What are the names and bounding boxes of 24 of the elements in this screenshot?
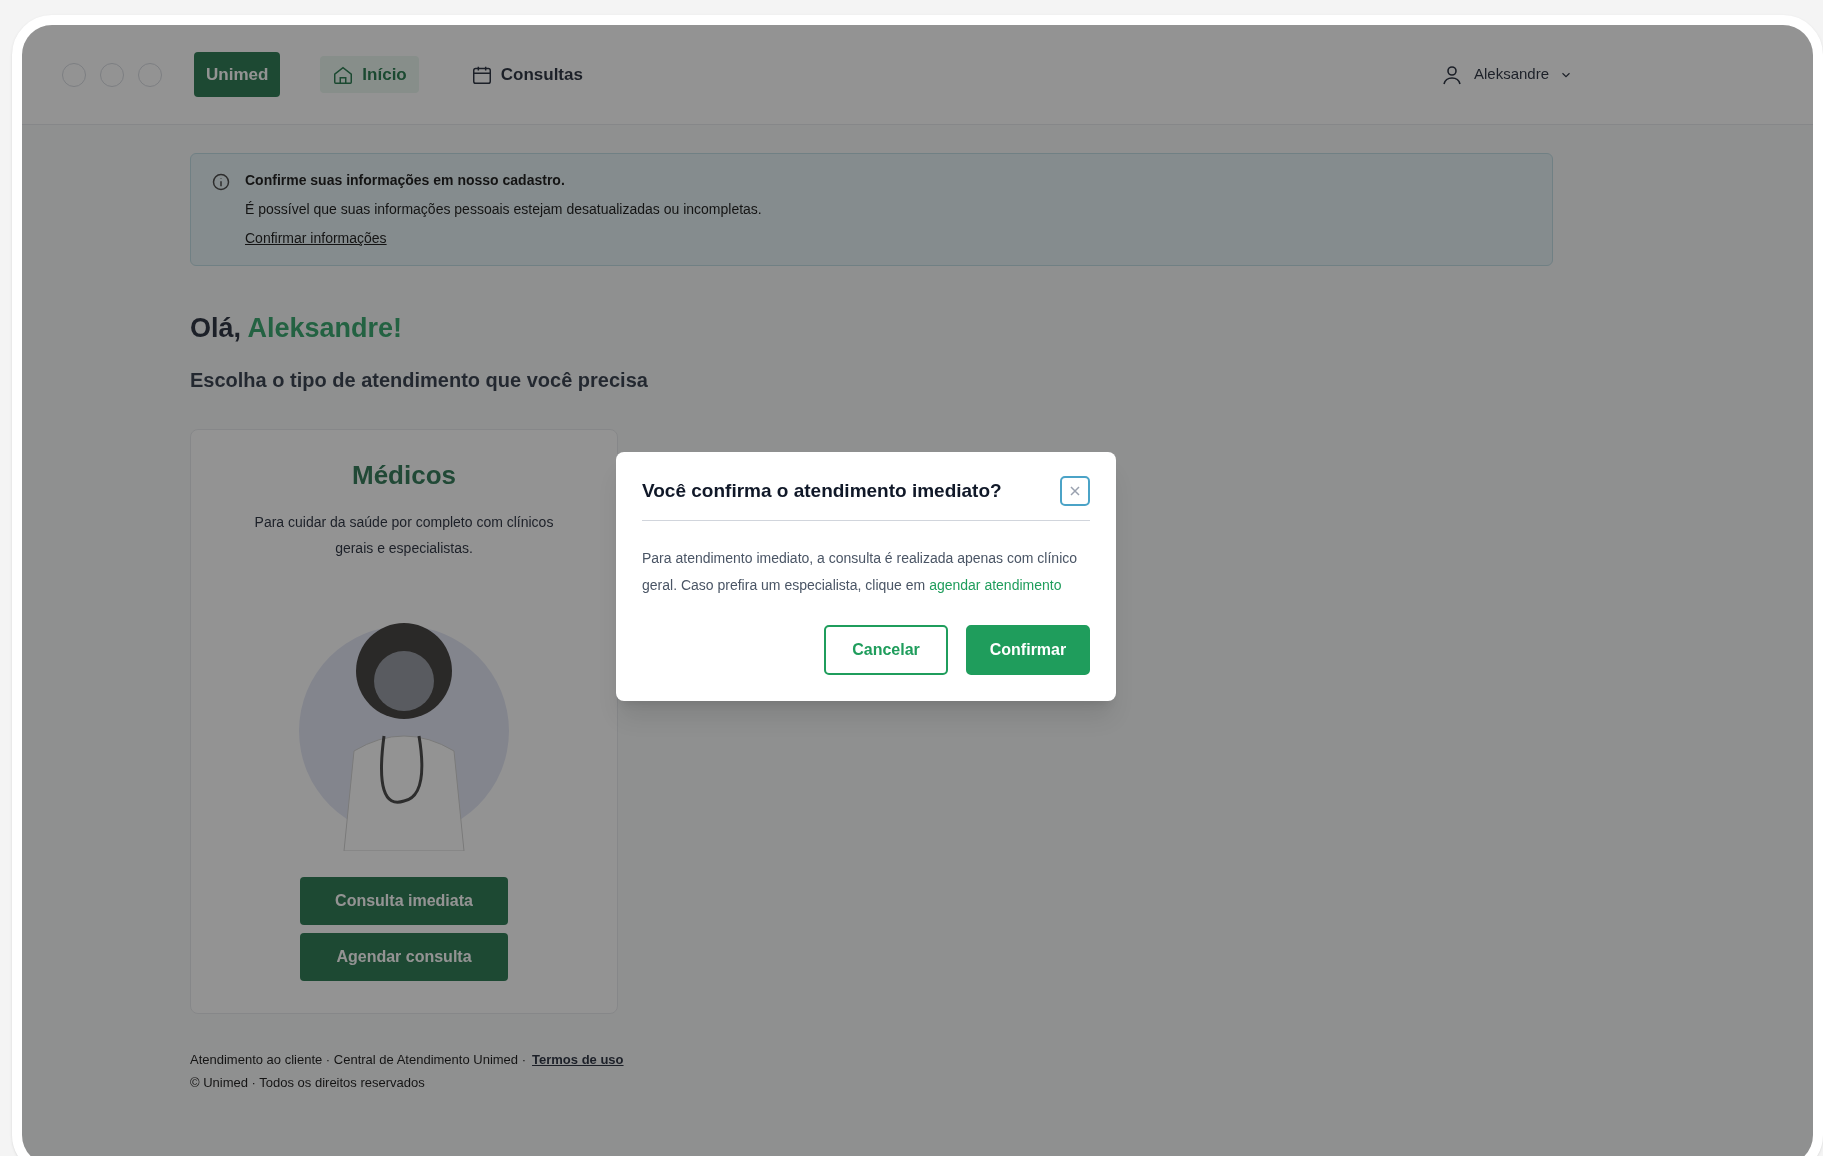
info-icon <box>211 172 231 192</box>
nav-tab[interactable]: Início <box>320 55 419 94</box>
banner-text: É possível que suas informações pessoais estejam desatualizadas ou incompletas. <box>245 200 762 219</box>
nav-tab[interactable]: Consultas <box>458 55 595 94</box>
greeting-heading: Olá, Aleksandre! <box>190 312 404 345</box>
schedule-link[interactable]: agendar atendimento <box>929 577 1062 593</box>
banner-title: Confirme suas informações em nosso cadastro. <box>245 171 566 190</box>
card-description: Para cuidar da saúde por completo com clínicos gerais e especialistas. <box>253 512 555 558</box>
banner-link[interactable]: Confirmar informações <box>245 228 387 249</box>
footer-text: Atendimento ao cliente · Central de Atendimento Unimed · <box>190 1050 527 1069</box>
footer-link[interactable]: Termos de uso <box>532 1049 624 1069</box>
logo[interactable]: Unimed <box>194 51 281 98</box>
cancel-button[interactable]: Cancelar <box>824 625 948 675</box>
card-title: Médicos <box>352 458 456 492</box>
close-icon <box>1069 485 1081 497</box>
close-button[interactable] <box>1060 476 1090 506</box>
confirm-button[interactable]: Confirmar <box>966 625 1090 675</box>
card-button[interactable]: Agendar consulta <box>300 932 508 981</box>
footer-copyright: © Unimed · Todos os direitos reservados <box>190 1074 426 1092</box>
card-button[interactable]: Consulta imediata <box>300 876 508 925</box>
dialog-title: Você confirma o atendimento imediato? <box>642 478 1002 503</box>
greeting-subtitle: Escolha o tipo de atendimento que você precisa <box>190 367 649 393</box>
user-name[interactable]: Aleksandre <box>1473 63 1549 86</box>
dialog-message: Para atendimento imediato, a consulta é realizada apenas com clínico geral. Caso prefira um especialista, clique em agendar atendimento <box>642 549 1079 595</box>
